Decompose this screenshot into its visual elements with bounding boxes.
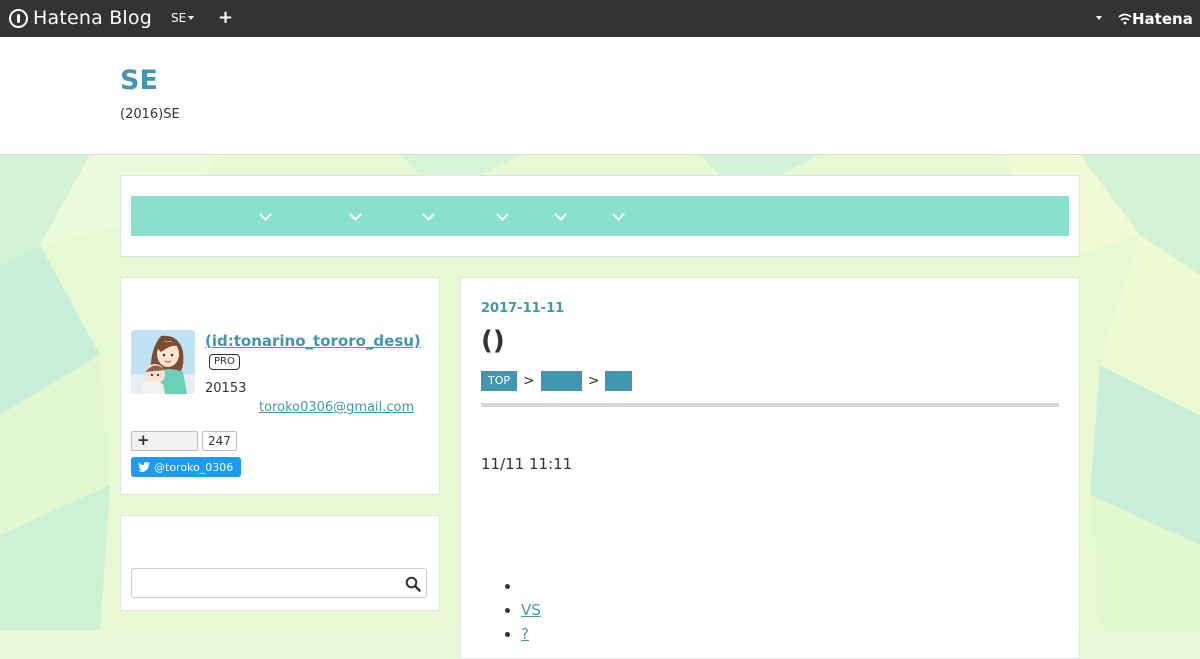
profile-since-text: 20153: [205, 381, 247, 396]
search-icon[interactable]: [405, 576, 421, 592]
user-menu-button[interactable]: [1094, 16, 1102, 20]
plus-icon: +: [137, 431, 150, 449]
nav-item-5[interactable]: [554, 196, 567, 236]
avatar-illustration: [131, 330, 195, 394]
chevron-down-icon: [496, 207, 509, 221]
toc-item: ?: [521, 622, 613, 646]
profile-module: (id:tonarino_tororo_desu) PRO 20153 toro…: [120, 277, 440, 495]
entry-divider: [481, 403, 1059, 407]
chevron-down-icon: [188, 16, 195, 20]
search-module: [120, 515, 440, 611]
nav-item-2[interactable]: [349, 196, 362, 236]
hatena-blog-logo-text: Hatena Blog: [33, 7, 152, 29]
global-navigation: [120, 175, 1080, 257]
navigation-bar: [131, 196, 1069, 236]
breadcrumb-category-1[interactable]: [540, 371, 582, 391]
breadcrumb-separator: >: [523, 373, 535, 389]
hatena-blog-logo-icon: [9, 8, 28, 28]
toc-item: VS: [521, 598, 613, 622]
breadcrumb-top[interactable]: TOP: [481, 371, 518, 391]
nav-item-3[interactable]: [422, 196, 435, 236]
toc-link-3[interactable]: ?: [521, 622, 551, 646]
hatena-global-header: Hatena Blog SE + Hatena: [0, 0, 1200, 37]
pro-badge: PRO: [209, 354, 240, 370]
profile-name-link[interactable]: (id:tonarino_tororo_desu): [205, 332, 421, 350]
plus-icon: +: [218, 7, 234, 28]
chevron-down-icon: [259, 207, 272, 221]
hatena-brand-icon: [1118, 13, 1132, 25]
breadcrumb-category-2[interactable]: [605, 371, 633, 391]
search-input[interactable]: [131, 568, 427, 598]
entry-time-text: 11/11 11:11: [481, 455, 573, 473]
twitter-bird-icon: [138, 462, 150, 472]
chevron-down-icon: [349, 207, 362, 221]
blog-switcher-button[interactable]: SE: [171, 11, 195, 25]
blog-title[interactable]: SE: [120, 65, 158, 96]
entry-article: 2017-11-11 () TOP > > 11/11 11:11 VS ?: [460, 277, 1080, 659]
hatena-brand-text: Hatena: [1132, 10, 1193, 28]
breadcrumb-separator: >: [587, 373, 600, 389]
subscriber-count: 247: [202, 431, 237, 451]
nav-item-6[interactable]: [612, 196, 625, 236]
avatar[interactable]: [131, 330, 195, 394]
chevron-down-icon: [422, 207, 435, 221]
chevron-down-icon: [554, 207, 567, 221]
nav-item-4[interactable]: [496, 196, 509, 236]
table-of-contents: VS ?: [501, 574, 613, 646]
hatena-brand-link[interactable]: Hatena: [1118, 10, 1193, 28]
breadcrumb: TOP > >: [481, 371, 633, 391]
new-entry-button[interactable]: +: [218, 8, 233, 28]
chevron-down-icon: [612, 207, 625, 221]
nav-item-1[interactable]: [259, 196, 272, 236]
subscribe-button[interactable]: +: [131, 431, 198, 451]
blog-description: (2016)SE: [120, 107, 180, 122]
hatena-blog-logo[interactable]: Hatena Blog: [9, 7, 152, 29]
twitter-handle: @toroko_0306: [154, 460, 234, 474]
blog-switcher-label: SE: [171, 11, 187, 25]
chevron-down-icon: [1096, 16, 1102, 20]
twitter-follow-button[interactable]: @toroko_0306: [131, 457, 241, 477]
blog-header: SE (2016)SE: [0, 37, 1200, 155]
profile-email-link[interactable]: toroko0306@gmail.com: [259, 400, 414, 415]
entry-date-link[interactable]: 2017-11-11: [481, 301, 564, 316]
toc-item: [521, 574, 613, 598]
entry-title[interactable]: (): [481, 326, 505, 356]
toc-link-2[interactable]: VS: [521, 598, 613, 622]
